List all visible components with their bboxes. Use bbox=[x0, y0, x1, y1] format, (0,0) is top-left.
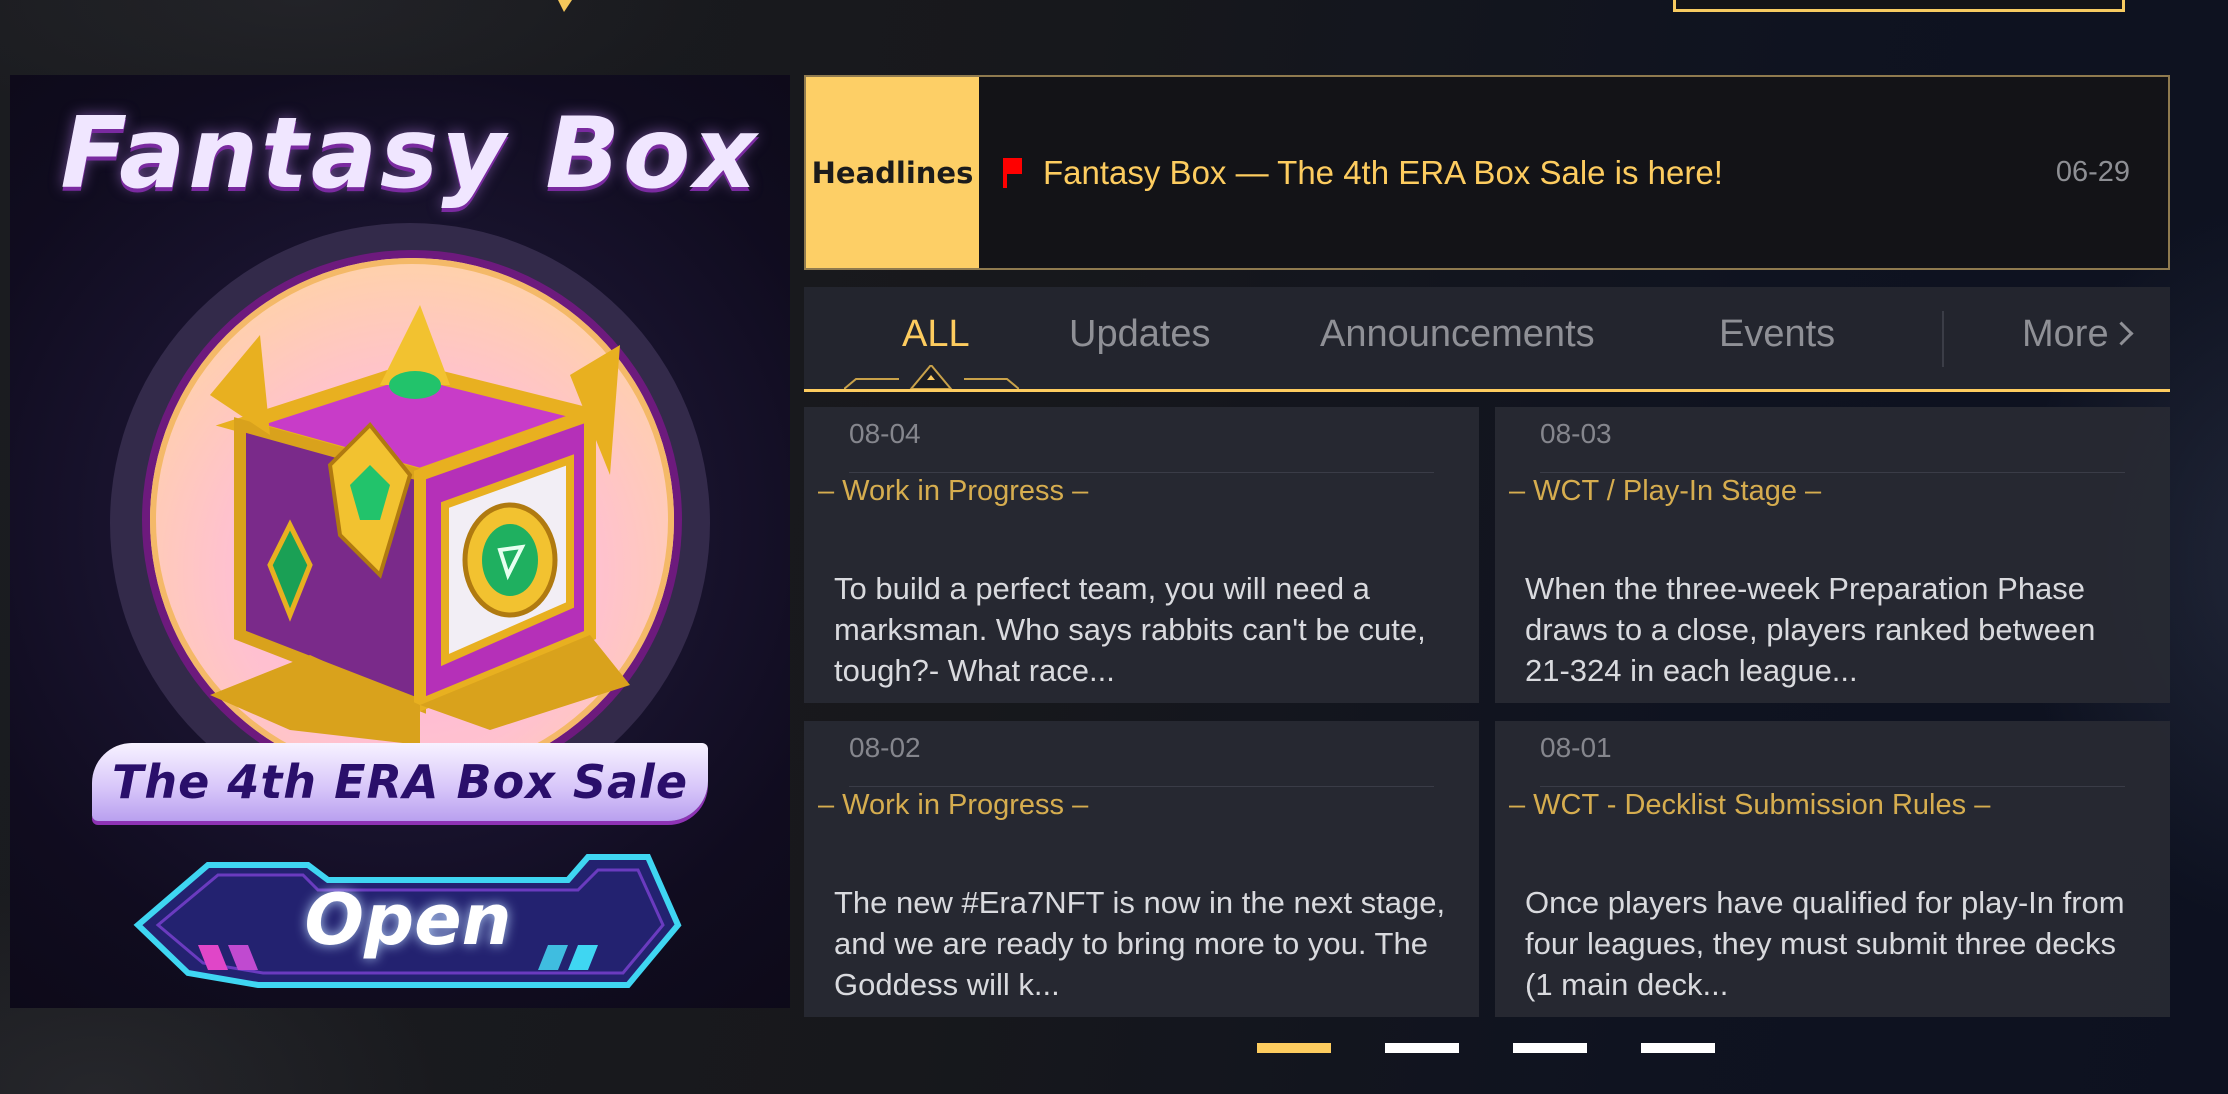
promo-banner[interactable]: Fantasy Box The 4th ERA Box Sale Open bbox=[10, 75, 790, 1008]
card-category: – Work in Progress – bbox=[818, 789, 1089, 821]
card-category: – WCT / Play-In Stage – bbox=[1509, 475, 1822, 507]
page-indicator-1[interactable] bbox=[1257, 1043, 1331, 1053]
headline-link[interactable]: Fantasy Box — The 4th ERA Box Sale is he… bbox=[979, 77, 2168, 268]
tab-updates[interactable]: Updates bbox=[1069, 313, 1211, 356]
page-indicator-2[interactable] bbox=[1385, 1043, 1459, 1053]
chevron-right-icon bbox=[2109, 321, 2134, 346]
open-button-label: Open bbox=[304, 879, 512, 961]
banner-subtitle: The 4th ERA Box Sale bbox=[111, 755, 689, 809]
card-excerpt: When the three-week Preparation Phase dr… bbox=[1525, 571, 2096, 688]
active-tab-indicator-icon bbox=[844, 365, 1019, 389]
headline-date: 06-29 bbox=[2055, 156, 2130, 188]
card-date: 08-01 bbox=[1540, 732, 1612, 763]
decorative-shard-icon bbox=[558, 0, 572, 12]
page-indicator-4[interactable] bbox=[1641, 1043, 1715, 1053]
top-frame bbox=[1673, 0, 2125, 12]
card-excerpt: To build a perfect team, you will need a… bbox=[834, 571, 1426, 688]
card-category: – Work in Progress – bbox=[818, 475, 1089, 507]
tab-more-label: More bbox=[2022, 313, 2109, 355]
card-category: – WCT - Decklist Submission Rules – bbox=[1509, 789, 1991, 821]
card-date: 08-04 bbox=[849, 418, 921, 449]
page-indicator-3[interactable] bbox=[1513, 1043, 1587, 1053]
card-excerpt: Once players have qualified for play-In … bbox=[1525, 885, 2125, 1002]
news-card[interactable]: 08-04 – Work in Progress – To build a pe… bbox=[804, 407, 1479, 703]
tab-all[interactable]: ALL bbox=[902, 313, 970, 356]
card-excerpt: The new #Era7NFT is now in the next stag… bbox=[834, 885, 1446, 1002]
headline-text: Fantasy Box — The 4th ERA Box Sale is he… bbox=[1043, 153, 1723, 191]
flag-icon bbox=[1003, 157, 1025, 188]
treasure-chest-icon bbox=[210, 305, 630, 745]
headline-label: Headlines bbox=[806, 77, 979, 268]
tab-events[interactable]: Events bbox=[1719, 313, 1835, 356]
headline-bar: Headlines Fantasy Box — The 4th ERA Box … bbox=[804, 75, 2170, 270]
tab-announcements[interactable]: Announcements bbox=[1320, 313, 1595, 356]
banner-subtitle-pill: The 4th ERA Box Sale bbox=[92, 743, 708, 821]
open-button[interactable]: Open bbox=[128, 845, 688, 995]
news-card[interactable]: 08-02 – Work in Progress – The new #Era7… bbox=[804, 721, 1479, 1017]
news-card[interactable]: 08-03 – WCT / Play-In Stage – When the t… bbox=[1495, 407, 2170, 703]
card-divider bbox=[849, 472, 1434, 473]
tab-more[interactable]: More bbox=[2022, 313, 2134, 356]
banner-title: Fantasy Box bbox=[60, 97, 760, 211]
news-tabs: ALL Updates Announcements Events More bbox=[804, 287, 2170, 392]
card-divider bbox=[849, 786, 1434, 787]
card-divider bbox=[1540, 472, 2125, 473]
news-card[interactable]: 08-01 – WCT - Decklist Submission Rules … bbox=[1495, 721, 2170, 1017]
tab-divider bbox=[1942, 311, 1944, 367]
card-divider bbox=[1540, 786, 2125, 787]
card-date: 08-03 bbox=[1540, 418, 1612, 449]
card-date: 08-02 bbox=[849, 732, 921, 763]
